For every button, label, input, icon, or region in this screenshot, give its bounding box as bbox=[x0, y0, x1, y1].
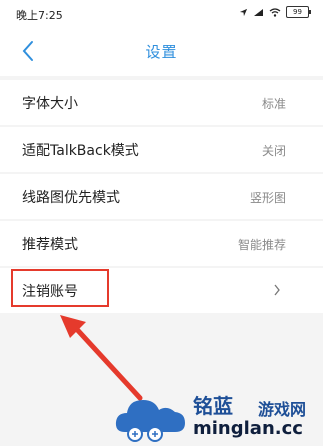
battery-icon: 99 bbox=[286, 6, 311, 18]
status-icons: 99 bbox=[239, 6, 311, 18]
setting-label: 注销账号 bbox=[22, 284, 78, 300]
cloud-logo-icon bbox=[115, 400, 185, 442]
watermark-brand-cn2: 游戏网 bbox=[258, 400, 307, 419]
setting-label: 推荐模式 bbox=[22, 237, 78, 253]
setting-value: 竖形图 bbox=[249, 191, 286, 205]
setting-delete-account[interactable]: 注销账号 bbox=[0, 268, 323, 313]
signal-icon bbox=[254, 8, 263, 16]
setting-value: 关闭 bbox=[261, 144, 286, 158]
status-time: 晚上7:25 bbox=[16, 9, 63, 22]
setting-route-map-mode[interactable]: 线路图优先模式 竖形图 bbox=[0, 174, 323, 219]
watermark-brand-cn: 铭蓝 bbox=[193, 394, 233, 418]
location-arrow-icon bbox=[239, 8, 248, 16]
chevron-right-icon bbox=[274, 284, 280, 296]
setting-label: 线路图优先模式 bbox=[22, 190, 120, 206]
nav-bar: 设置 bbox=[0, 26, 323, 76]
watermark: 铭蓝 游戏网 minglan.cc bbox=[113, 388, 323, 446]
status-bar: 晚上7:25 99 bbox=[0, 0, 323, 26]
setting-value: 标准 bbox=[261, 97, 286, 111]
setting-recommend-mode[interactable]: 推荐模式 智能推荐 bbox=[0, 221, 323, 266]
setting-label: 适配TalkBack模式 bbox=[22, 143, 139, 159]
wifi-icon bbox=[269, 7, 281, 17]
setting-font-size[interactable]: 字体大小 标准 bbox=[0, 80, 323, 125]
setting-label: 字体大小 bbox=[22, 96, 78, 112]
setting-talkback-mode[interactable]: 适配TalkBack模式 关闭 bbox=[0, 127, 323, 172]
watermark-brand-en: minglan.cc bbox=[193, 418, 303, 439]
page-title: 设置 bbox=[145, 43, 178, 61]
setting-value: 智能推荐 bbox=[237, 238, 286, 252]
settings-list: 字体大小 标准 适配TalkBack模式 关闭 线路图优先模式 竖形图 推荐模式… bbox=[0, 80, 323, 315]
